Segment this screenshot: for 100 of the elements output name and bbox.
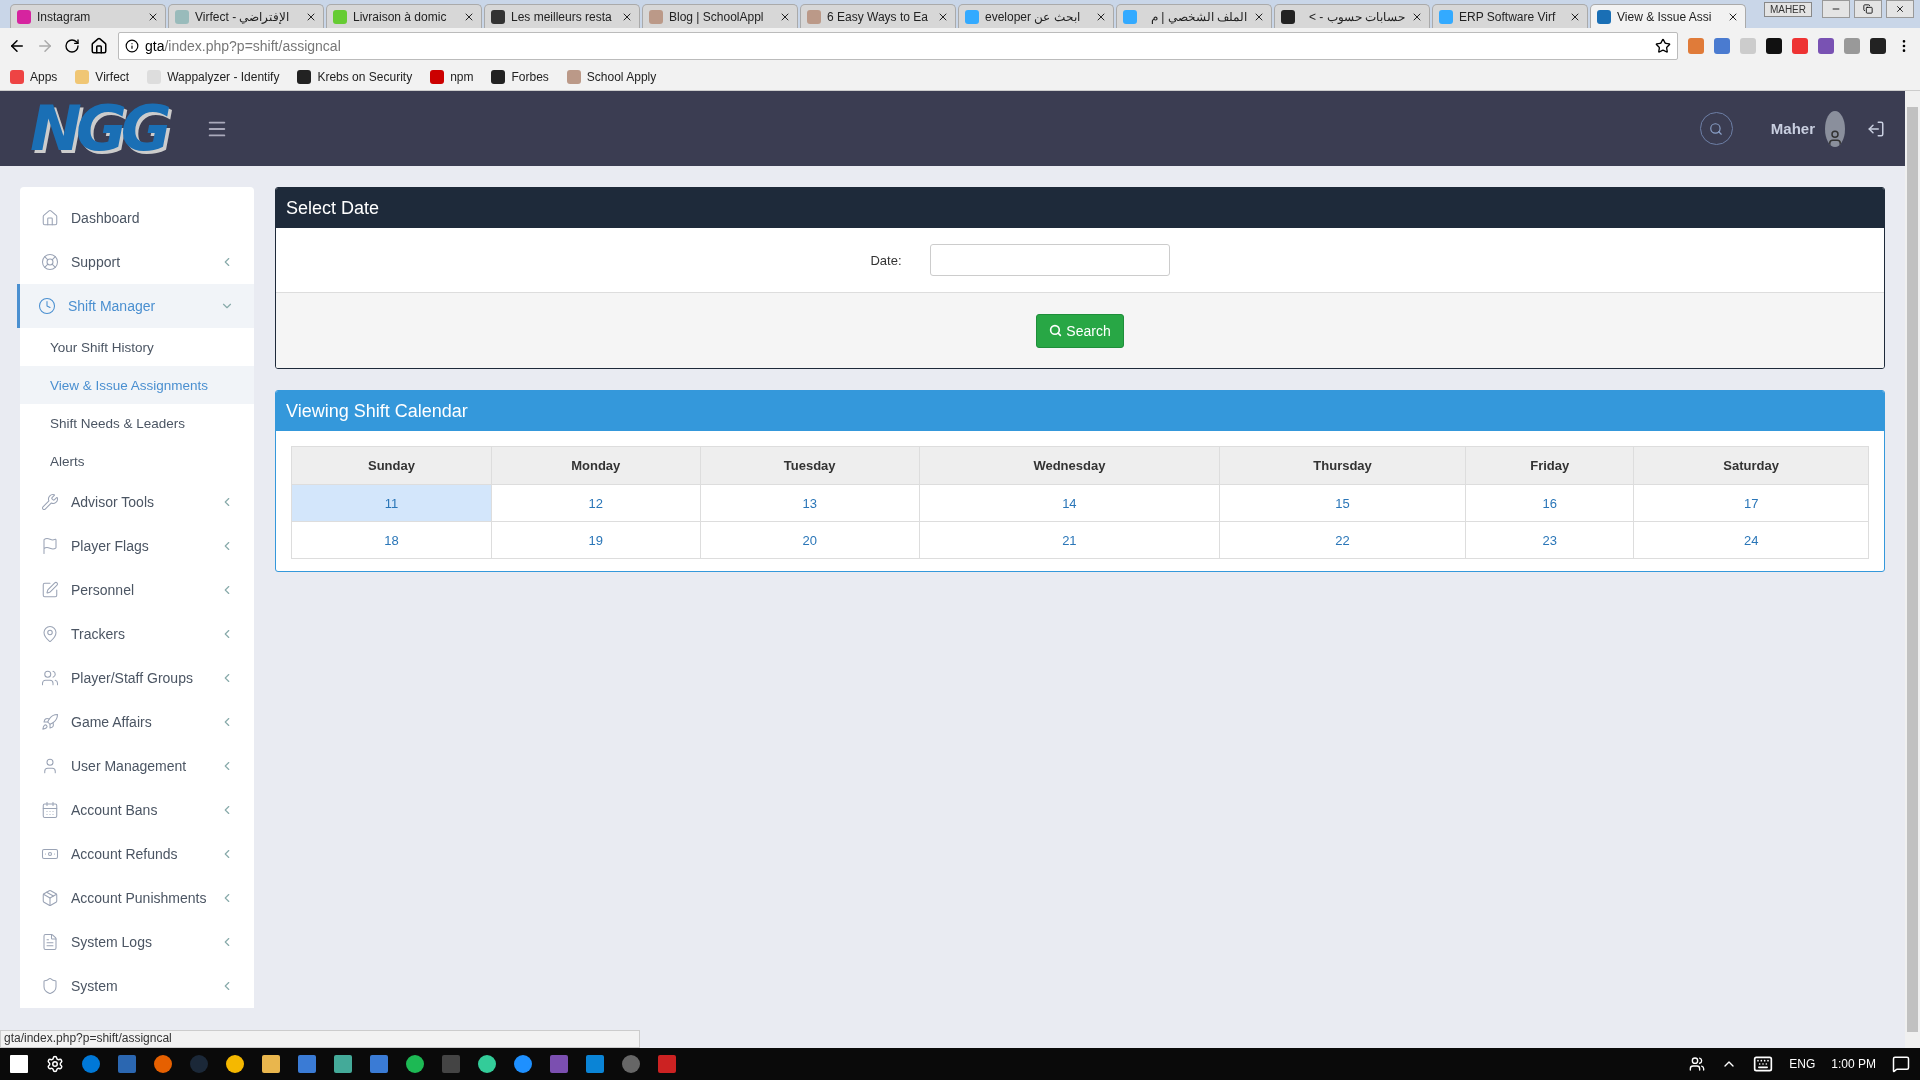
column-header: Saturday	[1633, 446, 1869, 485]
keyboard-icon[interactable]	[1753, 1054, 1774, 1074]
scrollbar[interactable]	[1905, 91, 1920, 1048]
favicon-icon	[1597, 9, 1611, 24]
day-cell[interactable]: 13	[700, 484, 920, 522]
browser-tab[interactable]: Les meilleurs resta	[484, 4, 640, 28]
day-cell[interactable]: 19	[491, 521, 701, 559]
nav-icon	[41, 493, 59, 511]
bookmark-link[interactable]: Wappalyzer - Identify	[147, 70, 280, 84]
status-url: gta/index.php?p=shift/assigncal	[0, 1030, 640, 1048]
bookmark-link[interactable]: npm	[430, 70, 474, 84]
day-cell[interactable]: 16	[1465, 484, 1634, 522]
day-cell[interactable]: 24	[1633, 521, 1869, 559]
settings-icon[interactable]	[46, 1055, 64, 1073]
nav-icon	[41, 757, 59, 775]
clock[interactable]: 1:00 PM	[1831, 1057, 1876, 1071]
nav-icon	[41, 889, 59, 907]
close-button[interactable]	[1886, 0, 1914, 18]
browser-tab[interactable]: 6 Easy Ways to Ea	[800, 4, 956, 28]
search-icon	[1709, 121, 1724, 136]
restore-icon	[1863, 4, 1873, 14]
day-cell[interactable]: 11	[291, 484, 492, 522]
back-icon[interactable]	[8, 37, 26, 55]
day-cell[interactable]: 21	[919, 521, 1220, 559]
reload-icon[interactable]	[64, 38, 80, 54]
close-icon	[1895, 4, 1905, 14]
bookmark-link[interactable]: Krebs on Security	[297, 70, 413, 84]
favicon-icon	[1123, 9, 1137, 24]
bookmark-link[interactable]: School Apply	[566, 70, 657, 84]
logout-icon[interactable]	[1867, 119, 1885, 138]
date-label: Date:	[870, 252, 902, 268]
browser-tab[interactable]: Instagram	[10, 4, 166, 28]
minimize-button[interactable]	[1822, 0, 1850, 18]
column-header: Tuesday	[700, 446, 920, 485]
browser-tab[interactable]: eveloper ابحث عن	[958, 4, 1114, 28]
bookmark-link[interactable]: Apps	[10, 70, 58, 84]
day-cell[interactable]: 12	[491, 484, 701, 522]
browser-tab[interactable]: ERP Software Virf	[1432, 4, 1588, 28]
browser-tab[interactable]: Virfect - الإفتراضي	[168, 4, 324, 28]
app-icon[interactable]	[226, 1055, 244, 1073]
home-icon[interactable]	[90, 37, 108, 55]
date-field[interactable]	[929, 244, 1170, 276]
favicon-icon	[333, 9, 347, 24]
favicon-icon	[965, 9, 979, 24]
address-bar[interactable]: gta/index.php?p=shift/assigncal	[118, 32, 1678, 60]
panel-title: Viewing Shift Calendar	[276, 391, 1884, 431]
nav-icon	[41, 625, 59, 643]
nav-icon	[41, 801, 59, 819]
day-cell[interactable]: 18	[291, 521, 492, 559]
day-cell[interactable]: 15	[1219, 484, 1466, 522]
day-cell[interactable]: 17	[1633, 484, 1869, 522]
nav-icon	[41, 581, 59, 599]
day-cell[interactable]: 22	[1219, 521, 1466, 559]
bookmark-link[interactable]: Virfect	[75, 70, 130, 84]
extension-icon[interactable]	[1766, 38, 1782, 54]
day-cell[interactable]: 14	[919, 484, 1220, 522]
avatar-icon[interactable]	[1825, 110, 1845, 147]
info-icon[interactable]	[125, 39, 139, 53]
favicon-icon	[491, 9, 505, 24]
extension-icon[interactable]	[1870, 38, 1886, 54]
browser-tab[interactable]: Livraison à domic	[326, 4, 482, 28]
column-header: Sunday	[291, 446, 492, 485]
nav-icon	[41, 669, 59, 687]
nav-icon	[41, 713, 59, 731]
favicon-icon	[1281, 9, 1295, 24]
profile-label[interactable]: MAHER	[1763, 1, 1812, 17]
browser-tab[interactable]: حسابات حسوب - >	[1274, 4, 1430, 28]
favicon-icon	[17, 9, 31, 24]
app-icon[interactable]	[406, 1055, 424, 1073]
day-cell[interactable]: 20	[700, 521, 920, 559]
column-header: Monday	[491, 446, 701, 485]
favicon-icon	[175, 9, 189, 24]
app-icon[interactable]	[478, 1055, 496, 1073]
favicon-icon	[807, 9, 821, 24]
notification-icon[interactable]	[1892, 1055, 1910, 1073]
nav-icon	[41, 933, 59, 951]
language-indicator[interactable]: ENG	[1789, 1057, 1816, 1071]
column-header: Friday	[1465, 446, 1634, 485]
people-icon[interactable]	[1689, 1056, 1706, 1072]
restore-button[interactable]	[1854, 0, 1882, 18]
bookmark-link[interactable]: Forbes	[491, 70, 549, 84]
browser-tab[interactable]: الملف الشخصي | م	[1116, 4, 1272, 28]
nav-icon	[41, 209, 59, 227]
panel-title: Select Date	[276, 188, 1884, 228]
favicon-icon	[649, 9, 663, 24]
browser-tab[interactable]: View & Issue Assi	[1590, 4, 1746, 28]
nav-icon	[41, 537, 59, 555]
column-header: Thursday	[1219, 446, 1466, 485]
app-icon[interactable]	[154, 1055, 172, 1073]
nav-icon	[41, 253, 59, 271]
day-cell[interactable]: 23	[1465, 521, 1634, 559]
bookmark-star-icon[interactable]	[1655, 38, 1671, 54]
nav-icon	[38, 297, 56, 315]
app-icon[interactable]	[514, 1055, 532, 1073]
favicon-icon	[1439, 9, 1453, 24]
user-name[interactable]: Maher	[1770, 120, 1815, 137]
browser-tab[interactable]: Blog | SchoolAppl	[642, 4, 798, 28]
column-header: Wednesday	[919, 446, 1220, 485]
nav-icon	[41, 977, 59, 995]
search-icon	[1049, 324, 1063, 337]
